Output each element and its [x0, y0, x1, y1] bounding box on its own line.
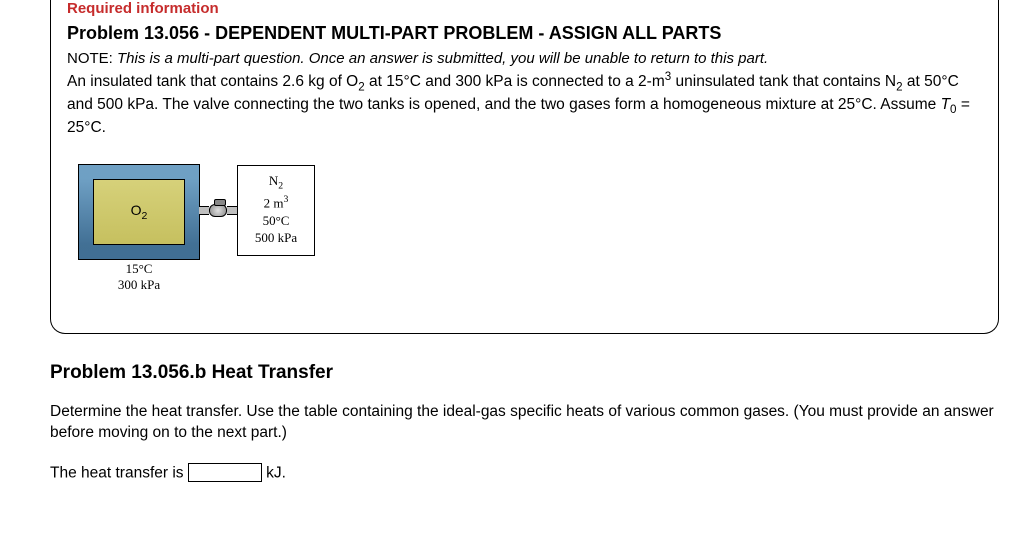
valve-icon	[209, 204, 227, 217]
problem-title: Problem 13.056 - DEPENDENT MULTI-PART PR…	[67, 23, 982, 44]
body-seg2: at 15°C and 300 kPa is connected to a 2-…	[365, 73, 665, 90]
tank1-gas: O2	[131, 202, 148, 222]
tank1-labels: 15°C 300 kPa	[79, 261, 199, 293]
valve-assembly	[199, 204, 237, 217]
problem-body: An insulated tank that contains 2.6 kg o…	[67, 69, 982, 139]
tank2-temp: 50°C	[242, 212, 310, 230]
pipe-left	[199, 206, 209, 215]
note-text: This is a multi-part question. Once an a…	[117, 50, 768, 67]
tank1-temp: 15°C	[79, 261, 199, 277]
tank2: N2 2 m3 50°C 500 kPa	[237, 165, 315, 256]
answer-line: The heat transfer is kJ.	[50, 463, 999, 483]
required-info-label: Required information	[67, 0, 982, 17]
tank-diagram: O2 15°C 300 kPa N2 2 m3 50°C 500 kPa	[79, 165, 982, 293]
tank1: O2	[93, 179, 185, 245]
problem-block: Required information Problem 13.056 - DE…	[50, 0, 999, 334]
subproblem-body: Determine the heat transfer. Use the tab…	[50, 402, 999, 444]
note-line: NOTE: This is a multi-part question. Onc…	[67, 50, 982, 67]
heat-transfer-input[interactable]	[188, 463, 262, 482]
body-seg1: An insulated tank that contains 2.6 kg o…	[67, 73, 358, 90]
note-label: NOTE:	[67, 50, 113, 67]
answer-label: The heat transfer is	[50, 465, 188, 482]
body-seg3: uninsulated tank that contains N	[671, 73, 896, 90]
tank2-vol: 2 m3	[242, 193, 310, 212]
tank1-insulation: O2	[79, 165, 199, 259]
answer-unit: kJ.	[262, 465, 286, 482]
pipe-right	[227, 206, 237, 215]
body-tvar: T	[941, 96, 950, 113]
subproblem-block: Problem 13.056.b Heat Transfer Determine…	[50, 362, 999, 483]
tank2-press: 500 kPa	[242, 229, 310, 247]
tank2-gas: N2	[242, 172, 310, 193]
tank1-group: O2 15°C 300 kPa	[79, 165, 199, 293]
tank1-press: 300 kPa	[79, 277, 199, 293]
subproblem-title: Problem 13.056.b Heat Transfer	[50, 362, 999, 384]
